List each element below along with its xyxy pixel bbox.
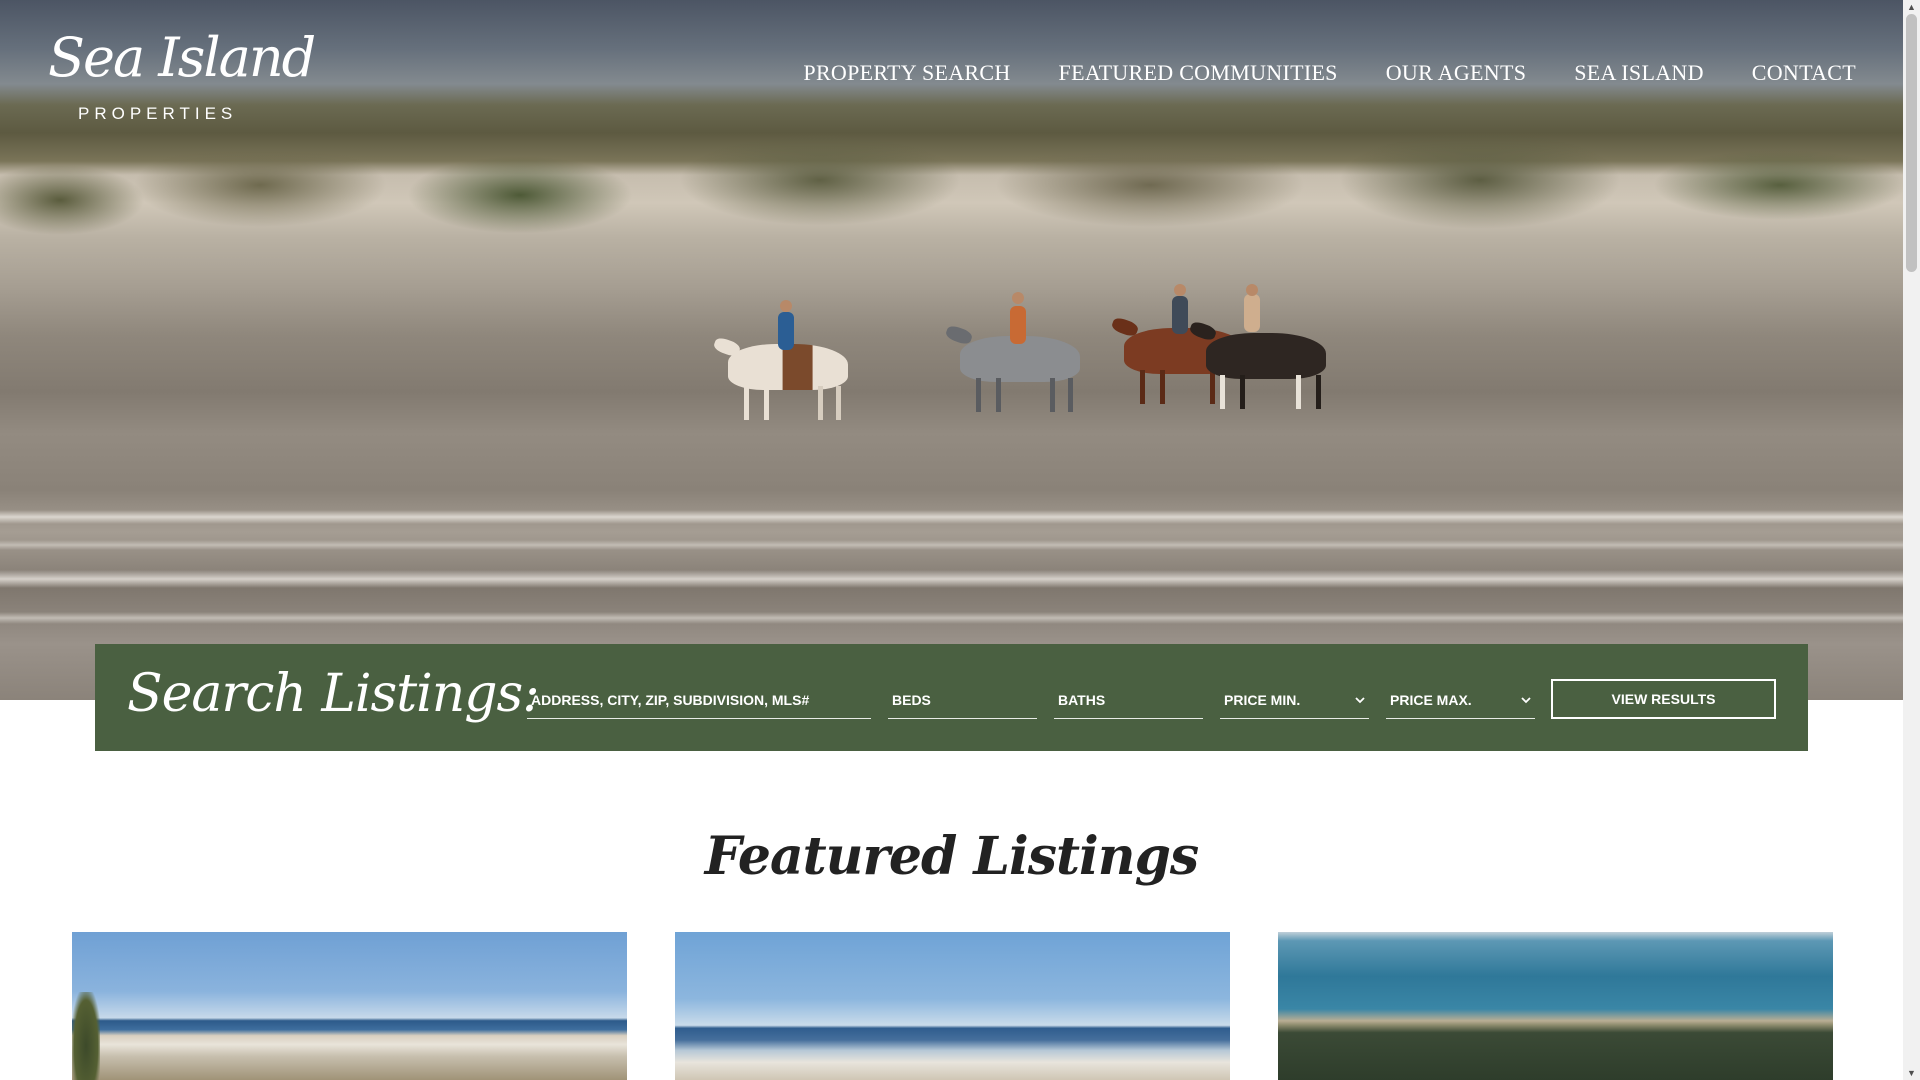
- location-field-wrap: [527, 686, 871, 719]
- site-logo[interactable]: Sea Island PROPERTIES: [48, 26, 316, 126]
- baths-field-wrap: [1054, 686, 1203, 719]
- logo-subtitle: PROPERTIES: [78, 104, 238, 123]
- scroll-down-arrow[interactable]: ▼: [1903, 1066, 1920, 1080]
- featured-listings-heading: Featured Listings: [704, 826, 1199, 887]
- price-max-select[interactable]: PRICE MAX.: [1386, 686, 1535, 719]
- listing-photo-foliage: [72, 992, 100, 1080]
- horse-rider: [1188, 284, 1346, 409]
- nav-property-search[interactable]: PROPERTY SEARCH: [803, 60, 1010, 86]
- chevron-down-icon: [1355, 693, 1365, 707]
- view-results-button[interactable]: VIEW RESULTS: [1551, 679, 1776, 719]
- scroll-up-arrow[interactable]: ▲: [1903, 0, 1920, 14]
- search-bar: Search Listings: PRICE MIN. PRICE MAX. V…: [95, 644, 1808, 751]
- main-nav: PROPERTY SEARCH FEATURED COMMUNITIES OUR…: [803, 60, 1856, 86]
- hero-image: [0, 0, 1903, 700]
- price-min-label: PRICE MIN.: [1224, 692, 1301, 708]
- listing-card[interactable]: [675, 932, 1230, 1080]
- nav-our-agents[interactable]: OUR AGENTS: [1386, 60, 1527, 86]
- page-scrollbar[interactable]: ▲ ▼: [1903, 0, 1920, 1080]
- logo-script: Sea Island: [48, 26, 316, 89]
- hero-treeline: [0, 105, 1903, 255]
- hero-wave: [0, 612, 1903, 624]
- listing-card[interactable]: [1278, 932, 1833, 1080]
- price-max-label: PRICE MAX.: [1390, 692, 1472, 708]
- price-min-select[interactable]: PRICE MIN.: [1220, 686, 1369, 719]
- location-search-input[interactable]: [531, 692, 867, 708]
- search-title: Search Listings:: [127, 664, 540, 724]
- baths-input[interactable]: [1058, 692, 1199, 708]
- nav-contact[interactable]: CONTACT: [1752, 60, 1856, 86]
- hero-wave: [0, 540, 1903, 550]
- beds-input[interactable]: [892, 692, 1033, 708]
- hero-wave: [0, 570, 1903, 588]
- hero-wave: [0, 510, 1903, 524]
- horse-rider: [944, 292, 1096, 412]
- scroll-thumb[interactable]: [1906, 14, 1917, 272]
- chevron-down-icon: [1521, 693, 1531, 707]
- beds-field-wrap: [888, 686, 1037, 719]
- listing-card[interactable]: [72, 932, 627, 1080]
- horse-rider: [712, 300, 868, 420]
- nav-featured-communities[interactable]: FEATURED COMMUNITIES: [1059, 60, 1338, 86]
- nav-sea-island[interactable]: SEA ISLAND: [1574, 60, 1704, 86]
